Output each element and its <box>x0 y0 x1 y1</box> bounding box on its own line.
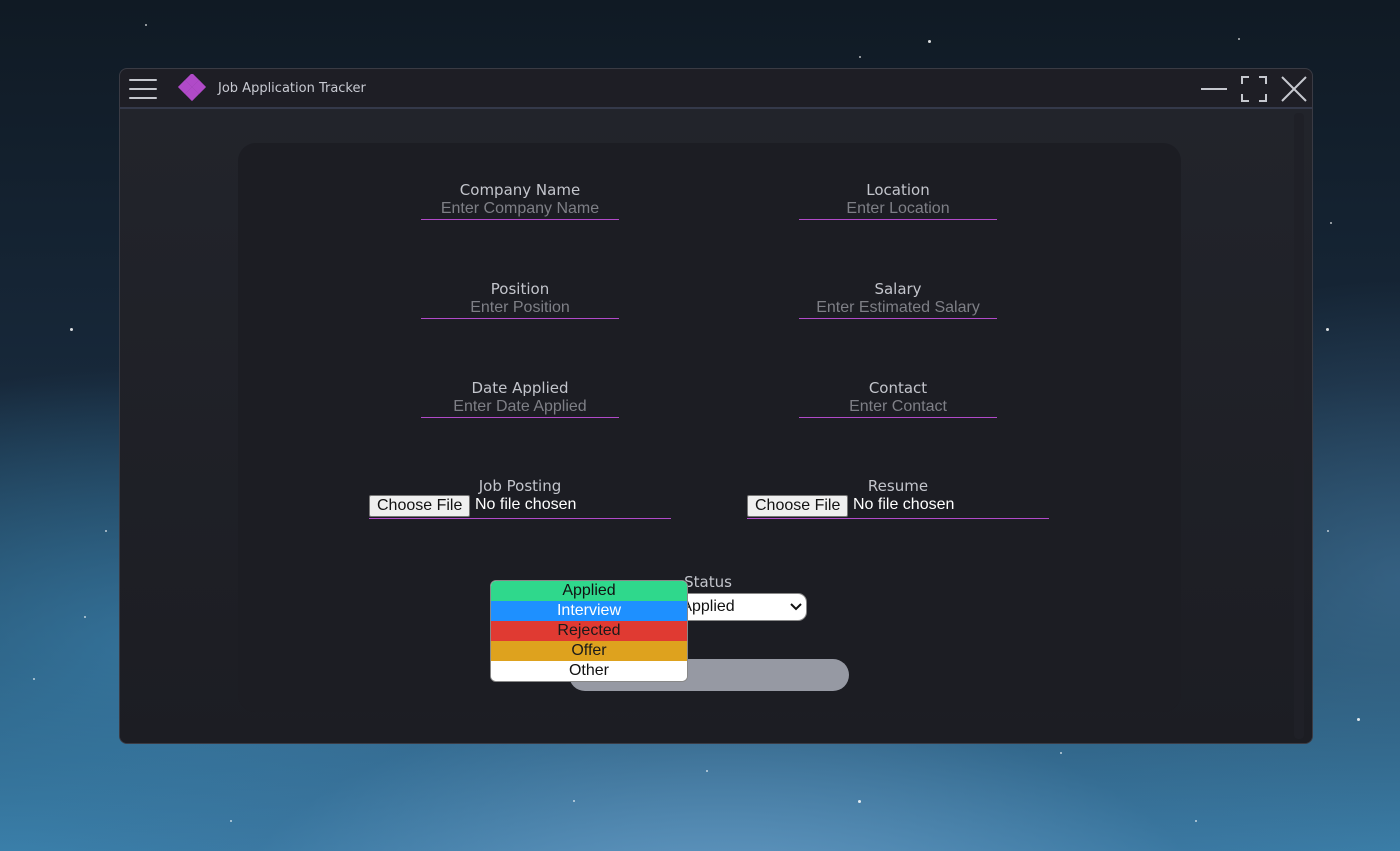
status-option-offer[interactable]: Offer <box>491 641 687 661</box>
application-form-card: Company Name Location Position Salary Da… <box>238 143 1181 712</box>
company-name-input[interactable] <box>421 199 619 220</box>
date-applied-label: Date Applied <box>471 379 569 397</box>
star <box>1060 752 1062 754</box>
job-posting-choose-file-button[interactable]: Choose File <box>369 495 471 517</box>
location-field: Location <box>799 181 997 220</box>
job-posting-file-input[interactable]: Choose File No file chosen <box>369 495 671 519</box>
position-input[interactable] <box>421 298 619 319</box>
star <box>706 770 708 772</box>
star <box>70 328 73 331</box>
title-bar[interactable]: Job Application Tracker <box>120 69 1312 109</box>
star <box>1326 328 1329 331</box>
star <box>859 56 861 58</box>
job-posting-file-status: No file chosen <box>475 496 577 513</box>
hamburger-icon[interactable] <box>129 78 157 100</box>
date-applied-field: Date Applied <box>421 379 619 418</box>
chevron-down-icon <box>790 603 802 611</box>
position-field: Position <box>421 280 619 319</box>
status-dropdown-list: Applied Interview Rejected Offer Other <box>490 580 688 682</box>
star <box>1330 222 1332 224</box>
star <box>1238 38 1240 40</box>
location-input[interactable] <box>799 199 997 220</box>
salary-input[interactable] <box>799 298 997 319</box>
window-title: Job Application Tracker <box>218 81 366 96</box>
star <box>1195 820 1197 822</box>
job-posting-field: Job Posting Choose File No file chosen <box>369 477 671 519</box>
date-applied-input[interactable] <box>421 397 619 418</box>
location-label: Location <box>866 181 930 199</box>
status-option-interview[interactable]: Interview <box>491 601 687 621</box>
contact-field: Contact <box>799 379 997 418</box>
salary-field: Salary <box>799 280 997 319</box>
company-name-field: Company Name <box>421 181 619 220</box>
maximize-icon[interactable] <box>1240 75 1268 103</box>
star <box>145 24 147 26</box>
star <box>1327 530 1329 532</box>
star <box>1357 718 1360 721</box>
job-posting-label: Job Posting <box>478 477 562 495</box>
resume-file-input[interactable]: Choose File No file chosen <box>747 495 1049 519</box>
company-name-label: Company Name <box>459 181 581 199</box>
close-icon[interactable] <box>1280 75 1308 103</box>
contact-label: Contact <box>868 379 928 397</box>
diamond-logo-icon <box>177 74 207 102</box>
star <box>105 530 107 532</box>
star <box>33 678 35 680</box>
window-content: Company Name Location Position Salary Da… <box>120 109 1312 743</box>
status-option-other[interactable]: Other <box>491 661 687 681</box>
status-option-rejected[interactable]: Rejected <box>491 621 687 641</box>
position-label: Position <box>490 280 550 298</box>
resume-choose-file-button[interactable]: Choose File <box>747 495 849 517</box>
app-window: Job Application Tracker Company Name Loc… <box>119 68 1313 744</box>
contact-input[interactable] <box>799 397 997 418</box>
star <box>858 800 861 803</box>
star <box>928 40 931 43</box>
salary-label: Salary <box>874 280 922 298</box>
resume-label: Resume <box>867 477 929 495</box>
star <box>230 820 232 822</box>
resume-field: Resume Choose File No file chosen <box>747 477 1049 519</box>
minimize-icon[interactable] <box>1200 75 1228 103</box>
resume-file-status: No file chosen <box>853 496 955 513</box>
star <box>84 616 86 618</box>
status-option-applied[interactable]: Applied <box>491 581 687 601</box>
scrollbar[interactable] <box>1294 113 1304 739</box>
star <box>573 800 575 802</box>
